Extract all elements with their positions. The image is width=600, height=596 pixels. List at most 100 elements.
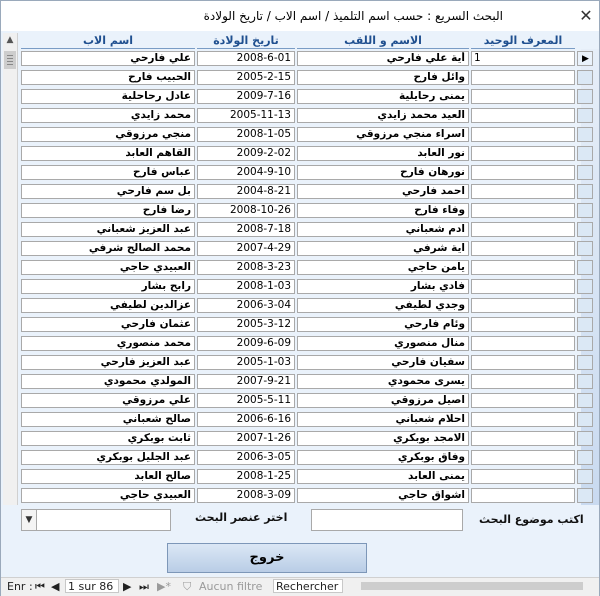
unique-id-cell[interactable]: [471, 146, 575, 161]
father-name-cell[interactable]: منجي مرزوقي: [21, 127, 195, 142]
birth-date-cell[interactable]: 2004-9-10: [197, 165, 295, 180]
father-name-cell[interactable]: رابح بشار: [21, 279, 195, 294]
full-name-cell[interactable]: اشواق حاجي: [297, 488, 469, 503]
scroll-up-icon[interactable]: ▲: [5, 35, 15, 45]
record-selector[interactable]: [577, 374, 593, 389]
horizontal-scrollbar[interactable]: [347, 580, 597, 592]
father-name-cell[interactable]: صالح شعباني: [21, 412, 195, 427]
full-name-cell[interactable]: ادم شعباني: [297, 222, 469, 237]
father-name-cell[interactable]: عبد العزيز شعباني: [21, 222, 195, 237]
previous-record-icon[interactable]: ◀: [51, 580, 59, 593]
full-name-cell[interactable]: وجدي لطيفي: [297, 298, 469, 313]
birth-date-cell[interactable]: 2008-1-03: [197, 279, 295, 294]
record-selector[interactable]: [577, 393, 593, 408]
father-name-cell[interactable]: عباس فارح: [21, 165, 195, 180]
unique-id-cell[interactable]: [471, 374, 575, 389]
unique-id-cell[interactable]: [471, 70, 575, 85]
unique-id-cell[interactable]: [471, 488, 575, 503]
record-selector[interactable]: [577, 260, 593, 275]
record-selector[interactable]: [577, 355, 593, 370]
full-name-cell[interactable]: منال منصوري: [297, 336, 469, 351]
birth-date-cell[interactable]: 2005-2-15: [197, 70, 295, 85]
unique-id-cell[interactable]: [471, 355, 575, 370]
record-selector[interactable]: [577, 203, 593, 218]
record-selector[interactable]: [577, 146, 593, 161]
unique-id-cell[interactable]: [471, 412, 575, 427]
full-name-cell[interactable]: وفاء فارح: [297, 203, 469, 218]
status-search-input[interactable]: Rechercher: [273, 579, 343, 593]
search-topic-input[interactable]: [311, 509, 463, 531]
close-icon[interactable]: ✕: [575, 5, 597, 27]
unique-id-cell[interactable]: [471, 450, 575, 465]
birth-date-cell[interactable]: 2008-3-23: [197, 260, 295, 275]
father-name-cell[interactable]: علي فارحي: [21, 51, 195, 66]
full-name-cell[interactable]: يمنى رحايلية: [297, 89, 469, 104]
full-name-cell[interactable]: الامجد بوبكري: [297, 431, 469, 446]
birth-date-cell[interactable]: 2006-3-05: [197, 450, 295, 465]
father-name-cell[interactable]: عادل رحاحلية: [21, 89, 195, 104]
unique-id-cell[interactable]: [471, 279, 575, 294]
record-selector[interactable]: [577, 298, 593, 313]
unique-id-cell[interactable]: [471, 431, 575, 446]
birth-date-cell[interactable]: 2008-7-18: [197, 222, 295, 237]
full-name-cell[interactable]: وفاق بوبكري: [297, 450, 469, 465]
first-record-icon[interactable]: ⏮: [35, 580, 45, 594]
full-name-cell[interactable]: سفيان فارحي: [297, 355, 469, 370]
birth-date-cell[interactable]: 2005-5-11: [197, 393, 295, 408]
record-selector[interactable]: [577, 279, 593, 294]
full-name-cell[interactable]: وئام فارحي: [297, 317, 469, 332]
father-name-cell[interactable]: عبد العزيز فارحي: [21, 355, 195, 370]
birth-date-cell[interactable]: 2005-1-03: [197, 355, 295, 370]
record-selector[interactable]: ▶: [577, 51, 593, 66]
full-name-cell[interactable]: يمنى العابد: [297, 469, 469, 484]
unique-id-cell[interactable]: [471, 241, 575, 256]
record-selector[interactable]: [577, 127, 593, 142]
full-name-cell[interactable]: نور العابد: [297, 146, 469, 161]
father-name-cell[interactable]: عبد الجليل بوبكري: [21, 450, 195, 465]
full-name-cell[interactable]: احلام شعباني: [297, 412, 469, 427]
filter-status[interactable]: Aucun filtre: [199, 580, 262, 593]
record-selector[interactable]: [577, 70, 593, 85]
record-selector[interactable]: [577, 89, 593, 104]
exit-button[interactable]: خروج: [167, 543, 367, 573]
birth-date-cell[interactable]: 2004-8-21: [197, 184, 295, 199]
birth-date-cell[interactable]: 2009-2-02: [197, 146, 295, 161]
unique-id-cell[interactable]: [471, 260, 575, 275]
full-name-cell[interactable]: يسرى محمودي: [297, 374, 469, 389]
father-name-cell[interactable]: الحبيب فارح: [21, 70, 195, 85]
father-name-cell[interactable]: القاهم العابد: [21, 146, 195, 161]
birth-date-cell[interactable]: 2007-4-29: [197, 241, 295, 256]
unique-id-cell[interactable]: [471, 89, 575, 104]
unique-id-cell[interactable]: [471, 393, 575, 408]
unique-id-cell[interactable]: [471, 469, 575, 484]
chevron-down-icon[interactable]: ▼: [21, 509, 37, 531]
father-name-cell[interactable]: عزالدين لطيفي: [21, 298, 195, 313]
father-name-cell[interactable]: محمد منصوري: [21, 336, 195, 351]
unique-id-cell[interactable]: [471, 298, 575, 313]
birth-date-cell[interactable]: 2007-1-26: [197, 431, 295, 446]
scroll-thumb[interactable]: [4, 51, 16, 69]
last-record-icon[interactable]: ⏭: [139, 580, 149, 594]
father-name-cell[interactable]: العبيدي حاجي: [21, 260, 195, 275]
full-name-cell[interactable]: نورهان فارح: [297, 165, 469, 180]
unique-id-cell[interactable]: [471, 108, 575, 123]
birth-date-cell[interactable]: 2008-3-09: [197, 488, 295, 503]
father-name-cell[interactable]: رضا فارح: [21, 203, 195, 218]
father-name-cell[interactable]: صالح العابد: [21, 469, 195, 484]
record-selector[interactable]: [577, 336, 593, 351]
unique-id-cell[interactable]: 1: [471, 51, 575, 66]
birth-date-cell[interactable]: 2008-10-26: [197, 203, 295, 218]
full-name-cell[interactable]: العيد محمد زايدي: [297, 108, 469, 123]
full-name-cell[interactable]: أية علي فارحي: [297, 51, 469, 66]
unique-id-cell[interactable]: [471, 184, 575, 199]
record-selector[interactable]: [577, 431, 593, 446]
full-name-cell[interactable]: وائل فارح: [297, 70, 469, 85]
birth-date-cell[interactable]: 2008-1-05: [197, 127, 295, 142]
record-selector[interactable]: [577, 184, 593, 199]
father-name-cell[interactable]: محمد الصالح شرفي: [21, 241, 195, 256]
birth-date-cell[interactable]: 2006-6-16: [197, 412, 295, 427]
full-name-cell[interactable]: احمد فارحي: [297, 184, 469, 199]
birth-date-cell[interactable]: 2009-6-09: [197, 336, 295, 351]
father-name-cell[interactable]: المولدي محمودي: [21, 374, 195, 389]
record-selector[interactable]: [577, 222, 593, 237]
